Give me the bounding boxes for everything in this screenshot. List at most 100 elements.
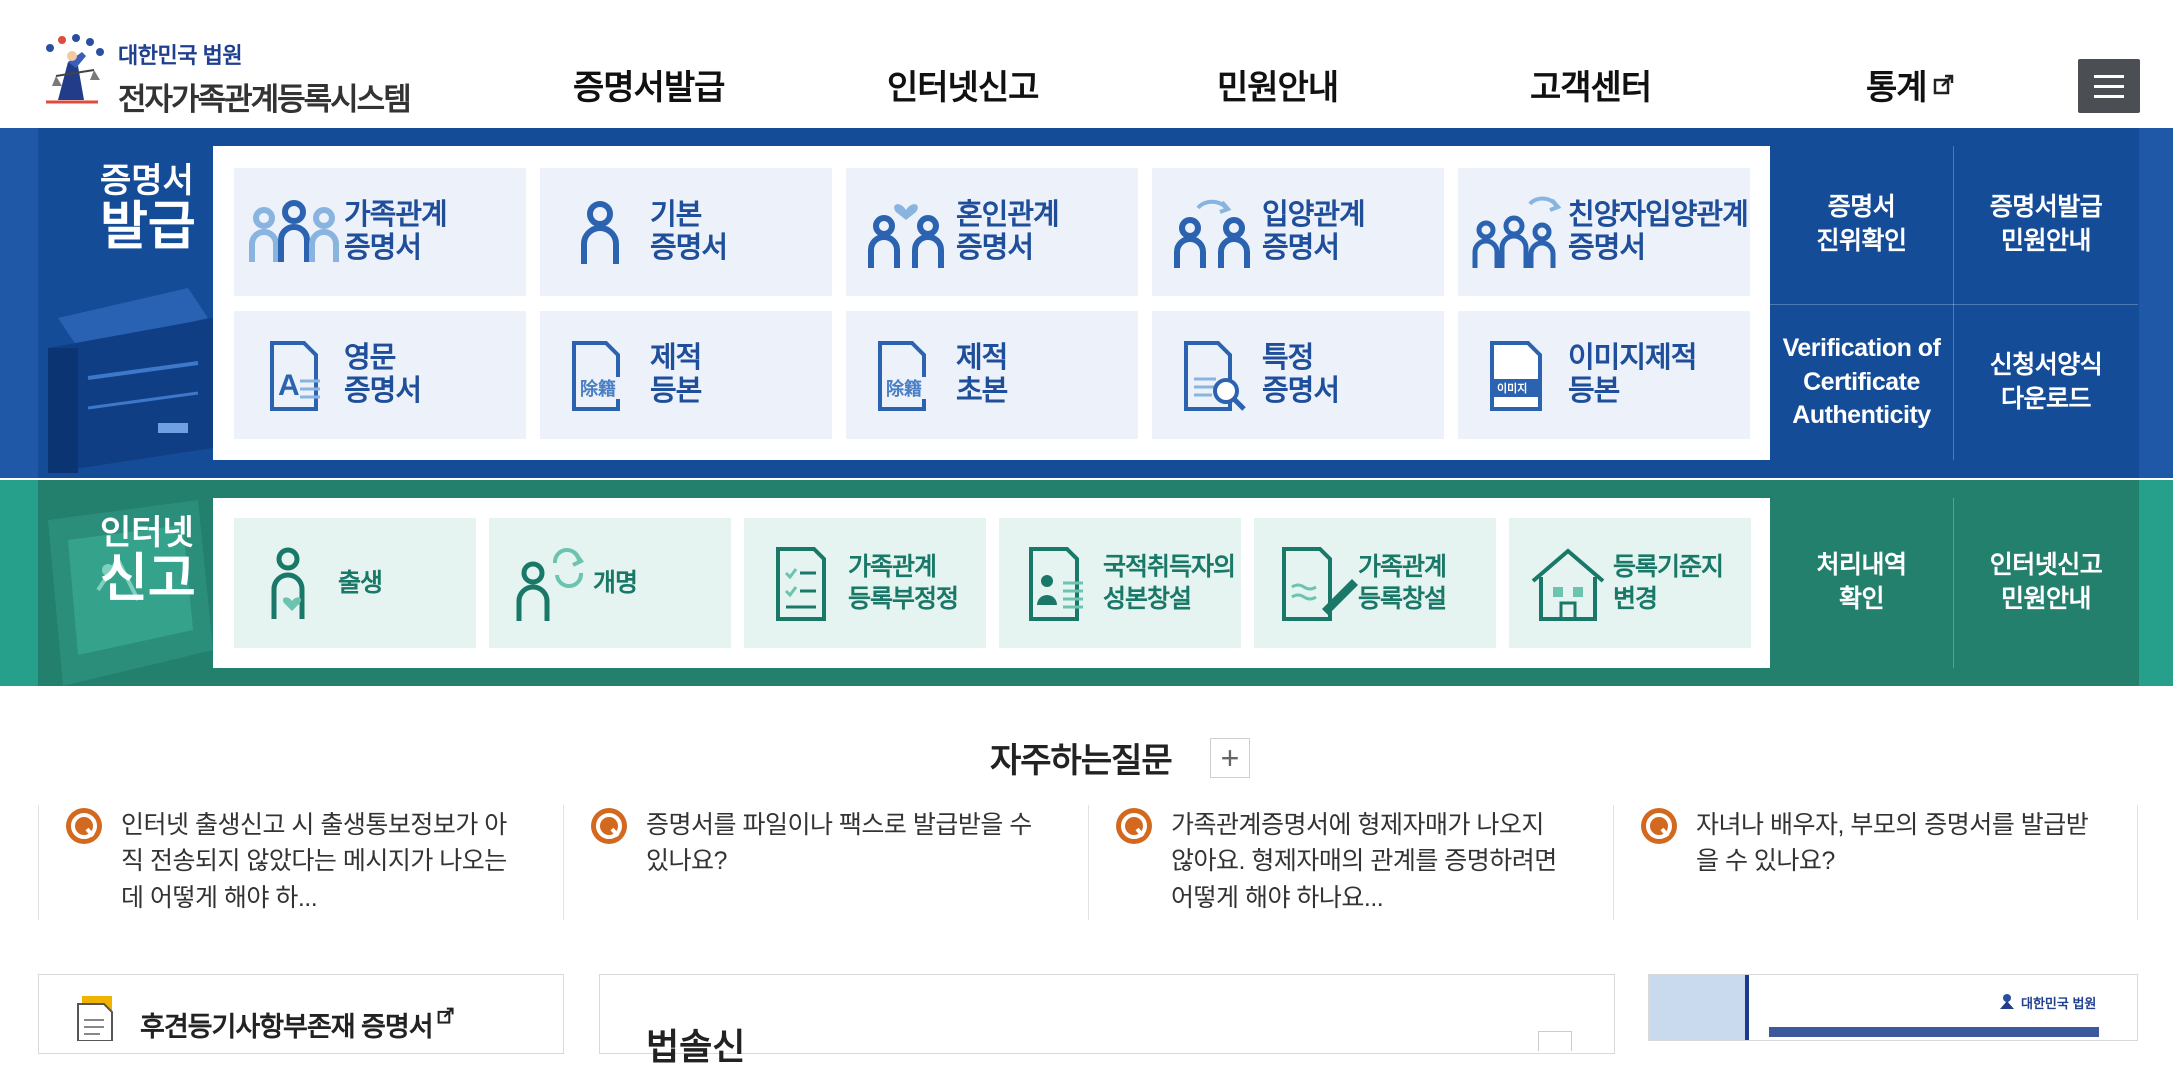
tile-label: 가족관계 등록부정정: [848, 552, 959, 614]
question-mark-icon: [1116, 808, 1152, 844]
english-doc-icon: A: [270, 341, 320, 411]
cert-tile-adoption[interactable]: 입양관계 증명서: [1152, 168, 1444, 296]
nav-label: 고객센터: [1530, 69, 1652, 107]
rename-icon: [516, 548, 585, 621]
family-icon: [249, 200, 339, 262]
internet-report-guide-link[interactable]: 인터넷신고 민원안내: [1954, 498, 2138, 668]
banner-stripe: [1745, 975, 1749, 1040]
removed-register-mark: 除籍: [886, 378, 922, 399]
nav-item-customer-center[interactable]: 고객센터: [1530, 60, 1652, 109]
band-edge: [2139, 480, 2173, 686]
cert-tile-basic[interactable]: 기본 증명서: [540, 168, 832, 296]
report-tile-birth[interactable]: 출생: [234, 518, 476, 648]
cert-tile-removed-register[interactable]: 除籍 제적 등본: [540, 311, 832, 439]
tile-label: 친양자입양관계 증명서: [1568, 198, 1749, 264]
heading-line: 발급: [100, 197, 196, 256]
processing-history-link[interactable]: 처리내역 확인: [1770, 498, 1953, 668]
banner-heading-bar: [1769, 1027, 2099, 1037]
link-label: 후견등기사항부존재 증명서: [140, 1012, 434, 1042]
report-tile-rename[interactable]: 개명: [489, 518, 731, 648]
nav-item-civil-guide[interactable]: 민원안내: [1217, 60, 1339, 109]
cert-verification-english-link[interactable]: Verification of Certificate Authenticity: [1770, 305, 1953, 460]
tile-label: 등록기준지 변경: [1613, 552, 1724, 614]
nav-label: 증명서발급: [573, 69, 725, 107]
cert-tile-full-adoption[interactable]: 친양자입양관계 증명서: [1458, 168, 1750, 296]
divider: [2137, 805, 2138, 920]
promo-banner[interactable]: 대한민국 법원: [1648, 974, 2138, 1041]
tile-label: 기본 증명서: [650, 198, 728, 264]
faq-item[interactable]: 증명서를 파일이나 팩스로 발급받을 수 있나요?: [563, 805, 1088, 920]
cert-guide-link[interactable]: 증명서발급 민원안내: [1954, 146, 2138, 304]
report-tile-correction[interactable]: 가족관계 등록부정정: [744, 518, 986, 648]
cert-verify-link[interactable]: 증명서 진위확인: [1770, 146, 1953, 304]
notice-title: 법솔신: [646, 1026, 746, 1067]
couple-heart-icon: [868, 204, 944, 268]
heading-line: 증명서: [100, 162, 194, 200]
site-logo[interactable]: 대한민국 법원 전자가족관계등록시스템: [38, 30, 412, 119]
menu-bar: [2094, 84, 2124, 88]
tile-label: 제적 등본: [650, 341, 702, 407]
menu-bar: [2094, 94, 2124, 98]
tile-label: 출생: [338, 568, 383, 597]
cert-tile-removed-abstract[interactable]: 除籍 제적 초본: [846, 311, 1138, 439]
tile-label: 가족관계 등록창설: [1358, 552, 1447, 614]
external-link-icon: [1933, 74, 1953, 95]
notice-box: [599, 974, 1615, 1054]
nav-label: 민원안내: [1217, 69, 1339, 107]
image-register-mark: 이미지: [1497, 381, 1527, 395]
cert-tile-specific[interactable]: 특정 증명서: [1152, 311, 1444, 439]
person-icon: [581, 201, 619, 264]
heading-line: 신고: [100, 549, 196, 608]
faq-question: 증명서를 파일이나 팩스로 발급받을 수 있나요?: [646, 811, 1032, 876]
doc-pen-icon: [1282, 547, 1358, 621]
adoption-icon: [1174, 199, 1250, 268]
svg-text:A: A: [278, 369, 300, 402]
nav-item-certificate[interactable]: 증명서발급: [573, 60, 725, 109]
tile-label: 국적취득자의 성본창설: [1103, 552, 1236, 614]
cert-tile-marriage[interactable]: 혼인관계 증명서: [846, 168, 1138, 296]
faq-item[interactable]: 자녀나 배우자, 부모의 증명서를 발급받을 수 있나요?: [1613, 805, 2138, 920]
band-edge: [0, 128, 38, 478]
tile-label: 가족관계 증명서: [344, 198, 448, 264]
report-tile-naturalized-surname[interactable]: 국적취득자의 성본창설: [999, 518, 1241, 648]
faq-item[interactable]: 가족관계증명서에 형제자매가 나오지 않아요. 형제자매의 관계를 증명하려면 …: [1088, 805, 1613, 920]
guardianship-certificate-link[interactable]: 후견등기사항부존재 증명서: [140, 1005, 455, 1044]
banner-side: [1649, 975, 1745, 1040]
nav-item-internet-report[interactable]: 인터넷신고: [887, 60, 1039, 109]
house-icon: [1531, 548, 1605, 621]
logo-subtitle: 대한민국 법원: [118, 43, 243, 68]
id-doc-icon: [1029, 547, 1083, 621]
band-edge: [2139, 128, 2173, 478]
tile-label: 특정 증명서: [1262, 341, 1340, 407]
question-mark-icon: [591, 808, 627, 844]
family-adoption-icon: [1472, 196, 1562, 268]
cert-tile-family-relation[interactable]: 가족관계 증명서: [234, 168, 526, 296]
printer-illustration-icon: [48, 288, 213, 473]
nav-label: 통계: [1866, 69, 1928, 107]
faq-more-button[interactable]: +: [1210, 738, 1250, 778]
faq-item[interactable]: 인터넷 출생신고 시 출생통보정보가 아직 전송되지 않았다는 메시지가 나오는…: [38, 805, 563, 920]
report-tile-register-creation[interactable]: 가족관계 등록창설: [1254, 518, 1496, 648]
notice-more-button[interactable]: [1538, 1031, 1572, 1051]
nav-label: 인터넷신고: [887, 69, 1039, 107]
band-edge: [0, 480, 38, 686]
hamburger-menu-button[interactable]: [2078, 59, 2140, 113]
tile-label: 영문 증명서: [344, 341, 422, 407]
cert-tile-image-register[interactable]: 이미지 이미지제적 등본: [1458, 311, 1750, 439]
tile-label: 제적 초본: [956, 341, 1008, 407]
certificate-heading: 증명서 발급: [100, 162, 196, 256]
tile-label: 혼인관계 증명서: [956, 198, 1060, 264]
tile-label: 입양관계 증명서: [1262, 198, 1366, 264]
form-download-link[interactable]: 신청서양식 다운로드: [1954, 305, 2138, 460]
external-link-icon: [437, 1007, 454, 1024]
nav-item-statistics[interactable]: 통계: [1866, 60, 1955, 109]
removed-register-icon: 除籍: [572, 341, 634, 411]
tile-label: 개명: [593, 568, 638, 597]
tile-label: 이미지제적 등본: [1568, 341, 1697, 407]
internet-report-heading: 인터넷 신고: [100, 515, 196, 608]
image-register-icon: 이미지: [1490, 341, 1542, 411]
report-tile-registration-base-change[interactable]: 등록기준지 변경: [1509, 518, 1751, 648]
cert-tile-english[interactable]: A 영문 증명서: [234, 311, 526, 439]
document-icon: [77, 996, 113, 1041]
banner-text: 대한민국 법원: [2021, 996, 2097, 1011]
